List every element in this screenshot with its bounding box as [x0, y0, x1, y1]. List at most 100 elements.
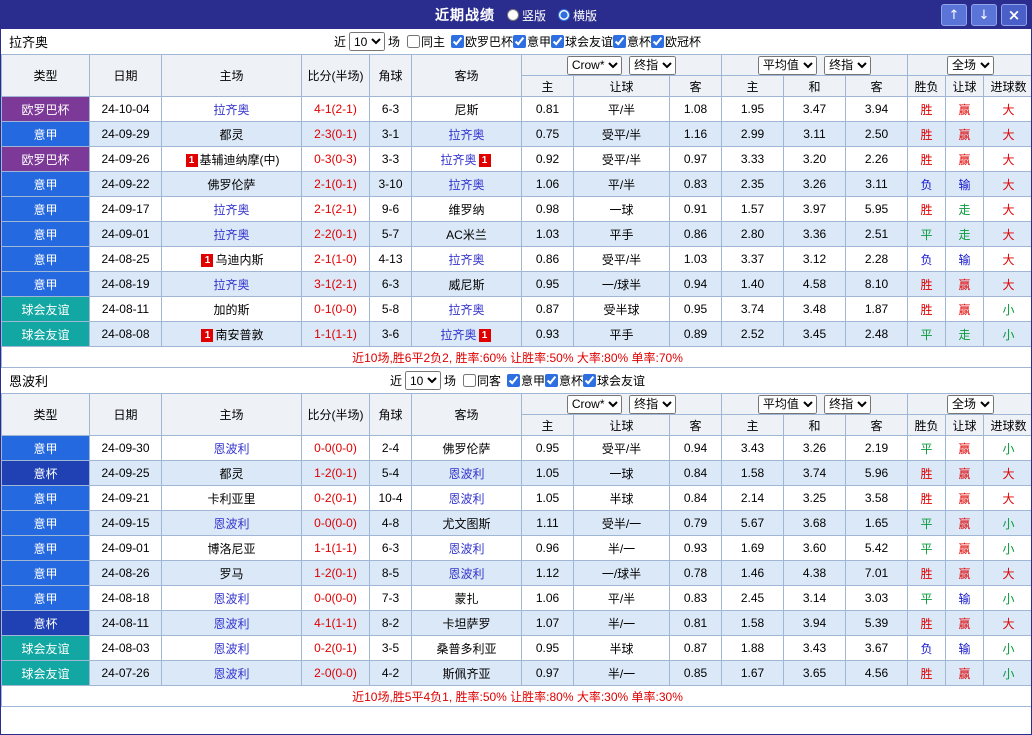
handicap-away-odds-cell: 1.08 — [670, 97, 722, 122]
home-team-cell[interactable]: 1南安普敦 — [162, 322, 302, 347]
league-filter-checkbox[interactable]: 球会友谊 — [583, 372, 645, 389]
scroll-up-button[interactable]: ↑ — [941, 4, 967, 26]
odds-company-select[interactable]: Crow* — [567, 395, 622, 414]
away-team-cell[interactable]: 卡坦萨罗 — [412, 611, 522, 636]
home-team-cell[interactable]: 博洛尼亚 — [162, 536, 302, 561]
away-team-cell[interactable]: AC米兰 — [412, 222, 522, 247]
avg-type-select[interactable]: 平均值 — [758, 395, 817, 414]
odds-company-select[interactable]: Crow* — [567, 56, 622, 75]
home-team-cell[interactable]: 都灵 — [162, 122, 302, 147]
league-checkbox-input[interactable] — [613, 35, 626, 48]
away-team-cell[interactable]: 尤文图斯 — [412, 511, 522, 536]
league-filter-checkbox[interactable]: 欧罗巴杯 — [451, 33, 513, 50]
close-button[interactable]: × — [1001, 4, 1027, 26]
games-label: 场 — [388, 33, 400, 50]
home-team-cell[interactable]: 卡利亚里 — [162, 486, 302, 511]
home-team-cell[interactable]: 恩波利 — [162, 586, 302, 611]
away-team-cell[interactable]: 拉齐奥1 — [412, 322, 522, 347]
home-team-cell[interactable]: 1乌迪内斯 — [162, 247, 302, 272]
same-venue-checkbox-label[interactable]: 同客 — [463, 372, 501, 389]
avg-stage-select[interactable]: 终指 — [824, 56, 871, 75]
away-team-cell[interactable]: 恩波利 — [412, 536, 522, 561]
away-team-cell[interactable]: 桑普多利亚 — [412, 636, 522, 661]
match-count-select[interactable]: 10 — [405, 371, 441, 390]
home-team-cell[interactable]: 罗马 — [162, 561, 302, 586]
away-team-cell[interactable]: 维罗纳 — [412, 197, 522, 222]
handicap-result-cell: 赢 — [946, 436, 984, 461]
avg-home-odds-cell: 1.40 — [722, 272, 784, 297]
away-team-cell[interactable]: 恩波利 — [412, 461, 522, 486]
handicap-odds-dropdown-cell: Crow* 终指 — [522, 55, 722, 76]
date-cell: 24-08-19 — [90, 272, 162, 297]
home-team-cell[interactable]: 1基辅迪纳摩(中) — [162, 147, 302, 172]
league-filter-checkbox[interactable]: 意杯 — [613, 33, 651, 50]
scope-select[interactable]: 全场 — [947, 56, 994, 75]
sub-header: 让球 — [946, 76, 984, 97]
layout-option-vertical[interactable]: 竖版 — [507, 7, 546, 24]
league-filter-checkbox[interactable]: 意甲 — [513, 33, 551, 50]
league-checkbox-input[interactable] — [513, 35, 526, 48]
away-team-cell[interactable]: 恩波利 — [412, 486, 522, 511]
home-team-cell[interactable]: 恩波利 — [162, 636, 302, 661]
away-team-cell[interactable]: 佛罗伦萨 — [412, 436, 522, 461]
away-team-cell[interactable]: 恩波利 — [412, 561, 522, 586]
home-team-cell[interactable]: 拉齐奥 — [162, 97, 302, 122]
horizontal-radio[interactable] — [558, 9, 570, 21]
avg-type-select[interactable]: 平均值 — [758, 56, 817, 75]
league-checkbox-input[interactable] — [451, 35, 464, 48]
league-checkbox-input[interactable] — [507, 374, 520, 387]
handicap-odds-dropdown-cell: Crow* 终指 — [522, 394, 722, 415]
home-team-cell[interactable]: 拉齐奥 — [162, 197, 302, 222]
home-team-cell[interactable]: 加的斯 — [162, 297, 302, 322]
away-team-cell[interactable]: 拉齐奥 — [412, 297, 522, 322]
home-team-cell[interactable]: 恩波利 — [162, 511, 302, 536]
table-header-row: 类型 日期 主场 比分(半场) 角球 客场 Crow* 终指 平均值 终指 — [2, 55, 1032, 76]
layout-option-horizontal[interactable]: 横版 — [558, 7, 597, 24]
scroll-down-button[interactable]: ↓ — [971, 4, 997, 26]
avg-draw-odds-cell: 3.47 — [784, 97, 846, 122]
title-bar: 近期战绩 竖版 横版 ↑ ↓ × — [1, 1, 1031, 29]
league-filter-checkbox[interactable]: 球会友谊 — [551, 33, 613, 50]
league-checkbox-input[interactable] — [551, 35, 564, 48]
odds-stage-select[interactable]: 终指 — [629, 395, 676, 414]
league-checkbox-input[interactable] — [583, 374, 596, 387]
avg-stage-select[interactable]: 终指 — [824, 395, 871, 414]
home-team-cell[interactable]: 都灵 — [162, 461, 302, 486]
score-cell: 0-0(0-0) — [302, 436, 370, 461]
away-team-cell[interactable]: 拉齐奥 — [412, 247, 522, 272]
home-team-cell[interactable]: 恩波利 — [162, 661, 302, 686]
match-count-select[interactable]: 10 — [349, 32, 385, 51]
league-filter-checkbox[interactable]: 欧冠杯 — [651, 33, 701, 50]
same-venue-checkbox[interactable] — [407, 35, 420, 48]
away-team-cell[interactable]: 拉齐奥1 — [412, 147, 522, 172]
away-team-cell[interactable]: 尼斯 — [412, 97, 522, 122]
league-filter-checkbox[interactable]: 意杯 — [545, 372, 583, 389]
date-cell: 24-08-26 — [90, 561, 162, 586]
same-venue-checkbox[interactable] — [463, 374, 476, 387]
handicap-away-odds-cell: 0.83 — [670, 586, 722, 611]
away-team-cell[interactable]: 拉齐奥 — [412, 122, 522, 147]
home-team-cell[interactable]: 拉齐奥 — [162, 222, 302, 247]
away-team-cell[interactable]: 拉齐奥 — [412, 172, 522, 197]
odds-stage-select[interactable]: 终指 — [629, 56, 676, 75]
summary-row: 近10场,胜5平4负1, 胜率:50% 让胜率:80% 大率:30% 单率:30… — [2, 686, 1032, 707]
home-team-cell[interactable]: 恩波利 — [162, 436, 302, 461]
away-team-cell[interactable]: 斯佩齐亚 — [412, 661, 522, 686]
date-cell: 24-08-03 — [90, 636, 162, 661]
red-card-badge: 1 — [201, 329, 213, 342]
league-filter-checkbox[interactable]: 意甲 — [507, 372, 545, 389]
home-team-cell[interactable]: 恩波利 — [162, 611, 302, 636]
away-team-cell[interactable]: 威尼斯 — [412, 272, 522, 297]
goals-result-cell: 小 — [984, 586, 1032, 611]
home-team-cell[interactable]: 佛罗伦萨 — [162, 172, 302, 197]
sub-header: 客 — [670, 415, 722, 436]
same-venue-checkbox-label[interactable]: 同主 — [407, 33, 445, 50]
away-team-cell[interactable]: 蒙扎 — [412, 586, 522, 611]
league-checkbox-input[interactable] — [651, 35, 664, 48]
date-cell: 24-09-17 — [90, 197, 162, 222]
scope-select[interactable]: 全场 — [947, 395, 994, 414]
vertical-radio[interactable] — [507, 9, 519, 21]
table-header-row: 类型 日期 主场 比分(半场) 角球 客场 Crow* 终指 平均值 终指 — [2, 394, 1032, 415]
home-team-cell[interactable]: 拉齐奥 — [162, 272, 302, 297]
league-checkbox-input[interactable] — [545, 374, 558, 387]
